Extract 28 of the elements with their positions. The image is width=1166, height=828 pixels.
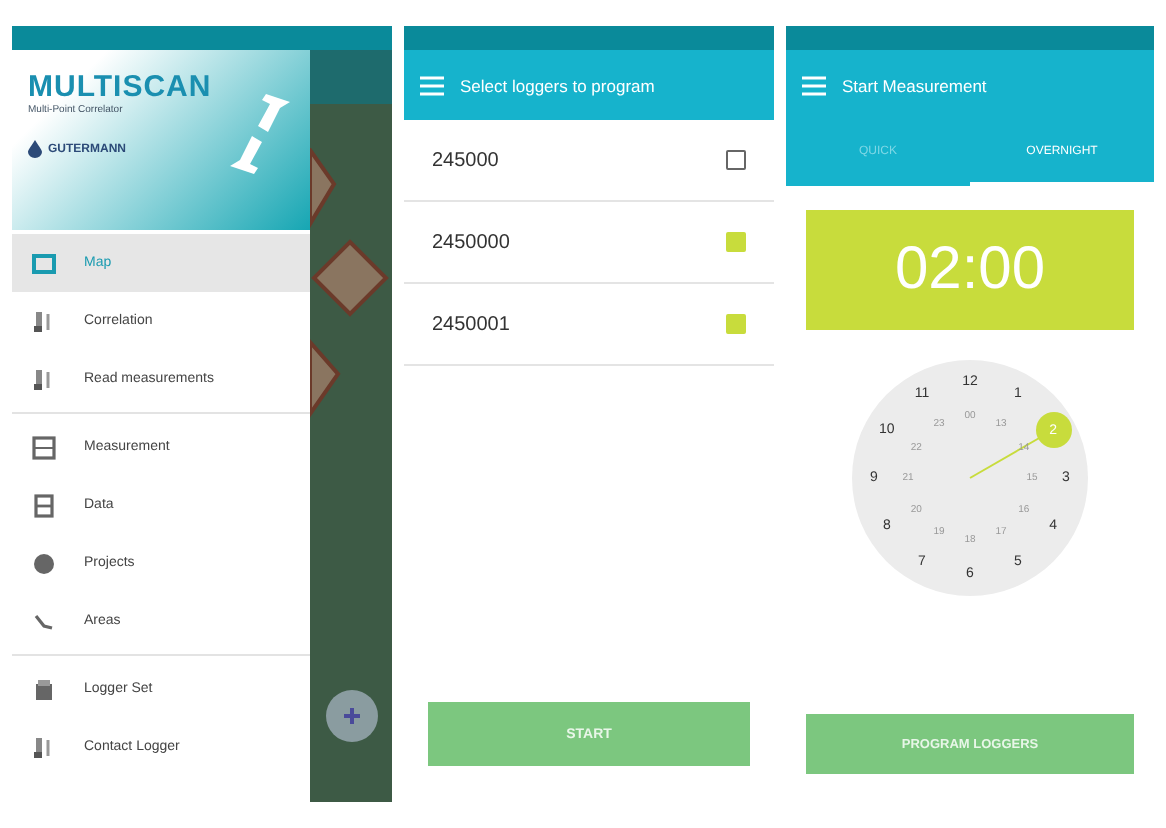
checkbox[interactable]	[726, 150, 746, 170]
menu-icon[interactable]	[420, 75, 444, 95]
swap-arrows-icon	[226, 90, 294, 178]
logger-row[interactable]: 2450000	[404, 202, 774, 284]
app-logo-text: MULTISCAN	[28, 70, 214, 104]
screen-title: Start Measurement	[842, 75, 987, 95]
map-icon	[32, 251, 56, 275]
blob-icon	[32, 551, 56, 575]
logger-row[interactable]: 245000	[404, 120, 774, 202]
menu-icon[interactable]	[802, 75, 826, 95]
drop-icon	[28, 140, 42, 158]
data-icon	[32, 493, 56, 517]
sensor-icon	[32, 367, 56, 391]
device-icon	[32, 677, 56, 701]
logger-id: 2450000	[432, 231, 510, 253]
logger-id: 2450001	[432, 313, 510, 335]
plus-icon	[344, 708, 360, 724]
logger-row[interactable]: 2450001	[404, 284, 774, 366]
map-toolbar	[310, 50, 392, 104]
add-button[interactable]	[326, 690, 378, 742]
sensor-icon	[32, 735, 56, 759]
sensor-icon	[32, 309, 56, 333]
logger-id: 245000	[432, 149, 499, 171]
screen-title: Select loggers to program	[460, 75, 655, 95]
grid-icon	[32, 435, 56, 459]
clock-hand	[968, 436, 1042, 480]
time-display: 02:00	[806, 210, 1134, 330]
area-icon	[32, 609, 56, 633]
